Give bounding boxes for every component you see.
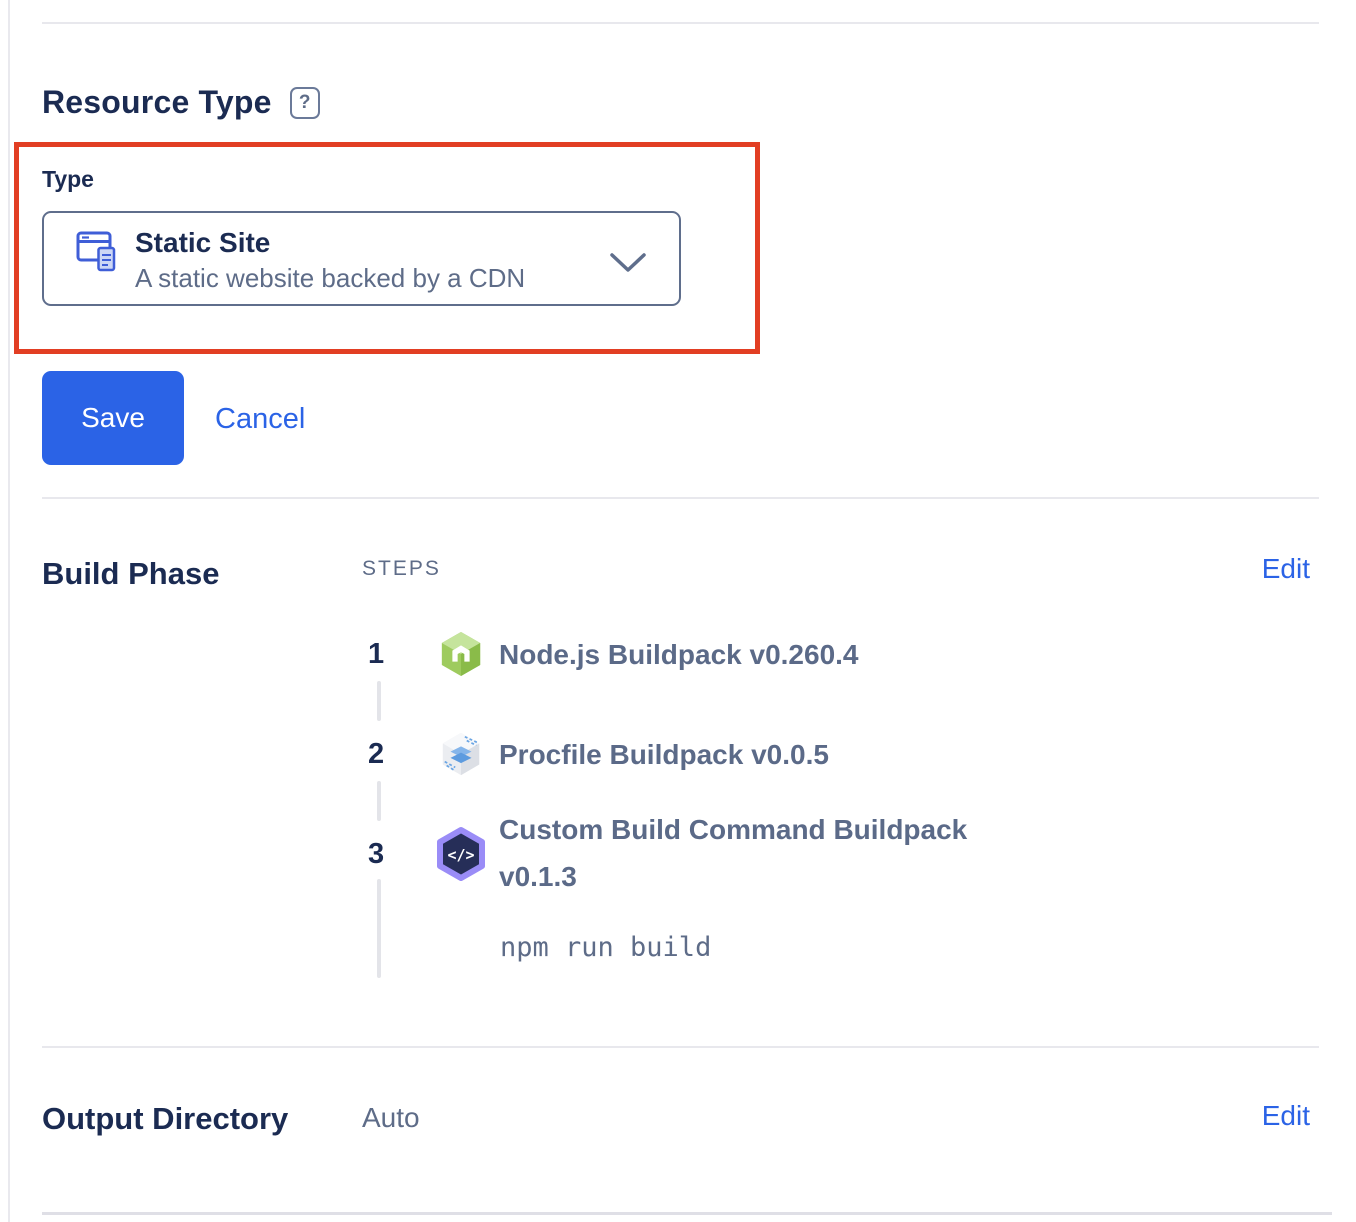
step-label: Node.js Buildpack v0.260.4 (499, 631, 859, 678)
settings-page: Resource Type ? Type Static Site A stati… (0, 0, 1356, 1222)
steps-column-header: STEPS (362, 557, 441, 581)
nodejs-buildpack-icon (438, 630, 484, 683)
procfile-buildpack-icon (438, 730, 484, 783)
output-directory-title: Output Directory (42, 1101, 288, 1137)
static-site-icon (76, 229, 122, 282)
save-button[interactable]: Save (42, 371, 184, 465)
help-icon[interactable]: ? (290, 87, 320, 119)
step-label: Procfile Buildpack v0.0.5 (499, 731, 829, 778)
svg-text:</>: </> (447, 846, 474, 864)
chevron-down-icon (609, 252, 647, 279)
dropdown-selected-option: Static Site A static website backed by a… (135, 225, 525, 295)
section-divider (42, 1212, 1332, 1215)
output-directory-value: Auto (362, 1102, 420, 1134)
step-connector-line (377, 781, 381, 821)
build-phase-title: Build Phase (42, 556, 219, 592)
selected-option-description: A static website backed by a CDN (135, 261, 525, 295)
section-divider (42, 497, 1319, 499)
build-phase-edit-button[interactable]: Edit (1262, 553, 1310, 585)
section-divider (42, 22, 1319, 24)
panel-left-border (8, 0, 10, 1222)
step-number: 1 (368, 637, 384, 671)
selected-option-name: Static Site (135, 225, 525, 261)
step-label: Custom Build Command Buildpack v0.1.3 (499, 806, 1019, 900)
step-connector-line (377, 681, 381, 721)
resource-type-title: Resource Type (42, 84, 272, 121)
type-field-label: Type (42, 166, 94, 193)
cancel-button[interactable]: Cancel (215, 403, 305, 436)
resource-type-header: Resource Type ? (42, 84, 320, 121)
output-directory-edit-button[interactable]: Edit (1262, 1100, 1310, 1132)
step-connector-line (377, 879, 381, 978)
custom-build-command-buildpack-icon: </> (435, 826, 487, 887)
section-divider (42, 1046, 1319, 1048)
resource-type-dropdown[interactable]: Static Site A static website backed by a… (42, 211, 681, 306)
step-number: 2 (368, 737, 384, 771)
step-number: 3 (368, 837, 384, 871)
build-command-text: npm run build (500, 932, 711, 963)
